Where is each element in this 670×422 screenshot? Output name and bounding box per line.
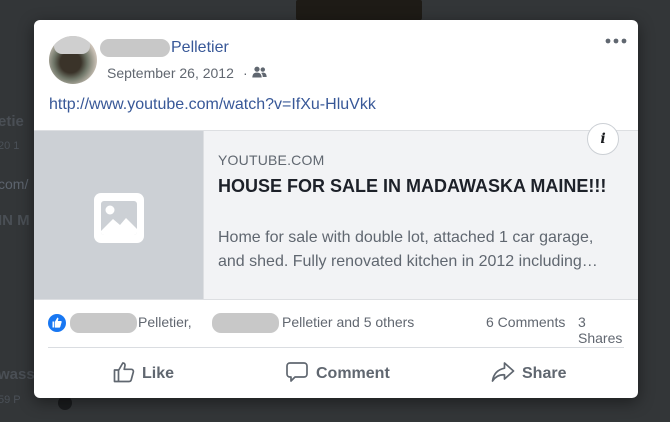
redacted-name xyxy=(100,39,170,57)
link-description-line: and shed. Fully renovated kitchen in 201… xyxy=(218,253,598,270)
image-placeholder-icon xyxy=(94,193,144,243)
shares-count[interactable]: 3 Shares xyxy=(578,314,624,346)
background-cover-image xyxy=(296,0,422,20)
reactor-name[interactable]: Pelletier, xyxy=(138,314,192,330)
background-text: com/ xyxy=(0,176,29,192)
like-reaction-icon[interactable] xyxy=(48,314,66,332)
like-label: Like xyxy=(142,365,175,382)
background-text: 20 1 xyxy=(0,140,20,152)
link-preview-image xyxy=(34,131,204,299)
comment-label: Comment xyxy=(316,365,390,382)
comments-count[interactable]: 6 Comments xyxy=(486,314,565,330)
link-title[interactable]: HOUSE FOR SALE IN MADAWASKA MAINE!!! xyxy=(218,174,618,198)
background-text: etie xyxy=(0,113,24,130)
post-link[interactable]: http://www.youtube.com/watch?v=IfXu-HluV… xyxy=(49,96,376,114)
post-card: Pelletier September 26, 2012 · http://ww… xyxy=(34,20,638,398)
share-icon xyxy=(491,362,515,382)
link-preview[interactable] xyxy=(34,130,638,300)
redaction-blur xyxy=(54,36,90,54)
reactor-names-more[interactable]: Pelletier and 5 others xyxy=(282,314,414,330)
info-button[interactable]: i xyxy=(587,123,619,155)
like-button[interactable]: Like xyxy=(113,358,183,388)
post-date[interactable]: September 26, 2012 xyxy=(107,65,234,81)
link-description: Home for sale with double lot, attached … xyxy=(218,226,624,274)
date-separator: · xyxy=(243,65,248,81)
friends-icon[interactable] xyxy=(252,66,267,78)
background-text: wass xyxy=(0,366,35,383)
thumbs-up-icon xyxy=(113,362,135,383)
link-description-line: Home for sale with double lot, attached … xyxy=(218,229,594,246)
redacted-name xyxy=(70,313,137,333)
share-button[interactable]: Share xyxy=(491,358,571,388)
reactions-summary: Pelletier, Pelletier and 5 others 6 Comm… xyxy=(48,312,624,346)
background-text: 59 P xyxy=(0,394,21,406)
divider xyxy=(48,347,624,348)
share-label: Share xyxy=(522,365,567,382)
background-text: IN M xyxy=(0,212,30,229)
more-horizontal-icon[interactable] xyxy=(605,34,627,48)
redacted-name xyxy=(212,313,279,333)
author-name[interactable]: Pelletier xyxy=(171,39,229,57)
link-domain: YOUTUBE.COM xyxy=(218,152,325,168)
background-icon xyxy=(58,396,72,410)
comment-button[interactable]: Comment xyxy=(286,358,396,388)
comment-icon xyxy=(286,362,308,382)
avatar[interactable] xyxy=(49,36,97,84)
